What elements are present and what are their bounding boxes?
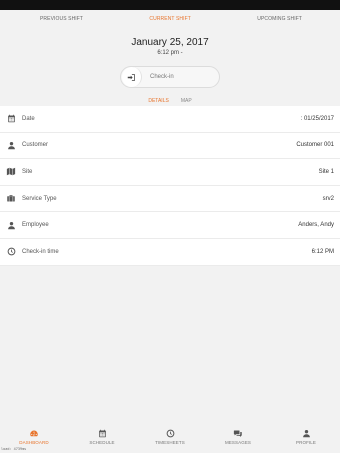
detail-label: Customer bbox=[22, 142, 49, 149]
nav-label: MESSAGES bbox=[224, 440, 252, 445]
status-bar bbox=[0, 0, 340, 10]
nav-timesheets[interactable]: TIMESHEETS bbox=[140, 428, 200, 445]
checkin-button[interactable]: Check-in bbox=[120, 66, 220, 88]
nav-label: DASHBOARD bbox=[19, 440, 49, 445]
person-icon bbox=[6, 220, 16, 230]
detail-value: Anders, Andy bbox=[298, 222, 334, 229]
tab-previous-shift[interactable]: PREVIOUS SHIFT bbox=[40, 16, 83, 22]
bottom-nav: DASHBOARD SCHEDULE TIMESHEETS MESSAGES P… bbox=[0, 428, 340, 450]
calendar-icon bbox=[6, 114, 16, 124]
briefcase-icon bbox=[6, 194, 16, 204]
detail-label: Check-in time bbox=[22, 248, 59, 255]
dashboard-icon bbox=[29, 428, 39, 438]
detail-label: Site bbox=[22, 168, 33, 175]
detail-label: Date bbox=[22, 115, 35, 122]
detail-label: Service Type bbox=[22, 195, 57, 202]
nav-label: TIMESHEETS bbox=[155, 440, 185, 445]
nav-dashboard[interactable]: DASHBOARD bbox=[4, 428, 64, 445]
load-time-text: load: 4739ms bbox=[1, 447, 27, 451]
detail-value: 6:12 PM bbox=[311, 248, 334, 255]
detail-row-date: Date : 01/25/2017 bbox=[0, 106, 340, 133]
detail-value: : 01/25/2017 bbox=[300, 115, 334, 122]
nav-label: PROFILE bbox=[296, 440, 316, 445]
detail-row-service-type: Service Type srv2 bbox=[0, 186, 340, 213]
checkin-label: Check-in bbox=[150, 74, 174, 80]
detail-value: Site 1 bbox=[318, 168, 334, 175]
shift-date: January 25, 2017 bbox=[131, 37, 209, 48]
clock-icon bbox=[6, 247, 16, 257]
detail-label: Employee bbox=[22, 222, 49, 229]
shift-tabs: PREVIOUS SHIFT CURRENT SHIFT UPCOMING SH… bbox=[0, 10, 340, 28]
calendar-icon bbox=[97, 428, 107, 438]
detail-row-site: Site Site 1 bbox=[0, 159, 340, 186]
person-icon bbox=[6, 140, 16, 150]
detail-list: Date : 01/25/2017 Customer Customer 001 … bbox=[0, 106, 340, 266]
shift-time: 6:12 pm - bbox=[157, 50, 183, 56]
nav-messages[interactable]: MESSAGES bbox=[208, 428, 268, 445]
chat-icon bbox=[233, 428, 243, 438]
detail-row-customer: Customer Customer 001 bbox=[0, 133, 340, 160]
tab-current-shift[interactable]: CURRENT SHIFT bbox=[149, 16, 191, 22]
checkin-icon bbox=[122, 67, 142, 87]
detail-value: Customer 001 bbox=[296, 142, 334, 149]
detail-row-employee: Employee Anders, Andy bbox=[0, 212, 340, 239]
nav-label: SCHEDULE bbox=[89, 440, 115, 445]
map-icon bbox=[6, 167, 16, 177]
person-icon bbox=[301, 428, 311, 438]
nav-schedule[interactable]: SCHEDULE bbox=[72, 428, 132, 445]
tab-upcoming-shift[interactable]: UPCOMING SHIFT bbox=[257, 16, 302, 22]
clock-icon bbox=[165, 428, 175, 438]
detail-row-checkin-time: Check-in time 6:12 PM bbox=[0, 239, 340, 266]
detail-value: srv2 bbox=[322, 195, 334, 202]
nav-profile[interactable]: PROFILE bbox=[276, 428, 336, 445]
